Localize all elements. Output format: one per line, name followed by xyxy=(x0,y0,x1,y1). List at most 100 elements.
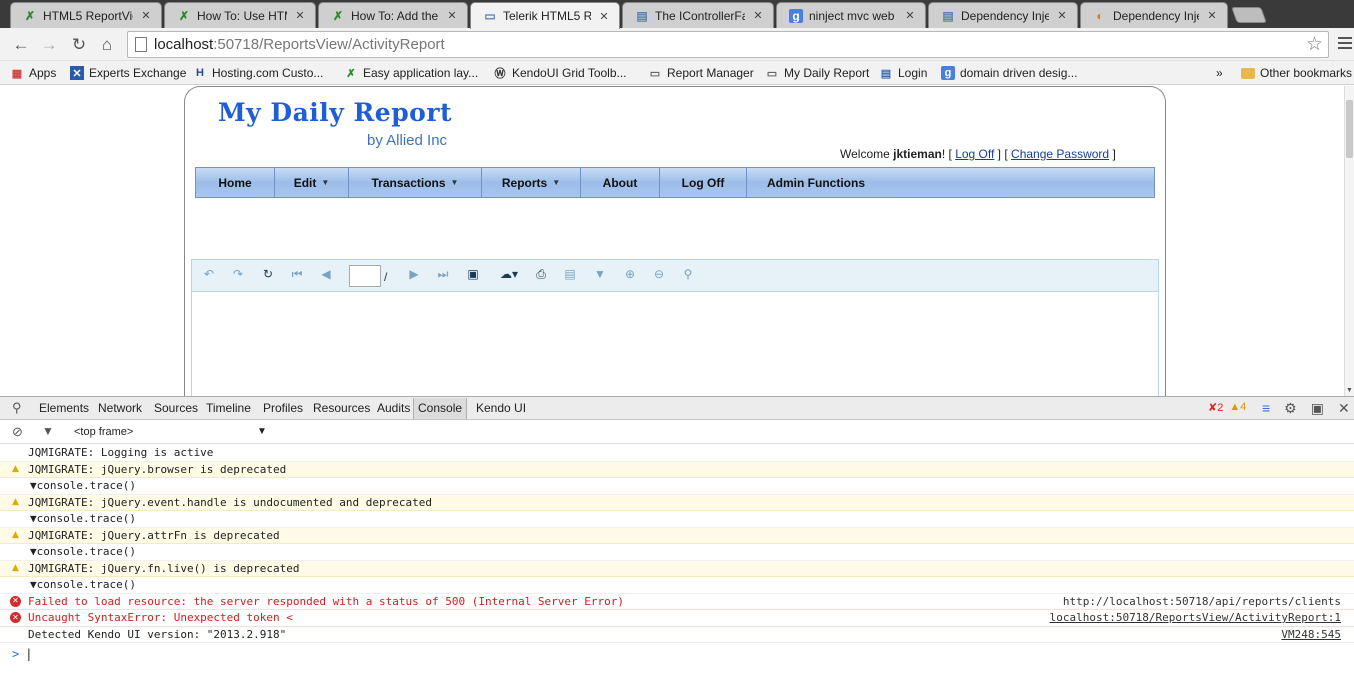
bookmark-item[interactable]: ▭ Report Manager xyxy=(648,64,754,82)
document-map-icon[interactable]: ▣ xyxy=(465,266,481,282)
undo-icon[interactable]: ↶ xyxy=(201,266,217,282)
clear-console-icon[interactable]: ⊘ xyxy=(12,424,23,440)
reload-icon[interactable]: ↻ xyxy=(68,34,90,56)
bookmark-item[interactable]: H Hosting.com Custo... xyxy=(193,64,323,82)
chrome-menu-icon[interactable] xyxy=(1338,37,1352,52)
devtools-tab[interactable]: Timeline xyxy=(206,401,251,415)
folder-icon xyxy=(1241,67,1255,79)
console-message-text: Uncaught SyntaxError: Unexpected token < xyxy=(28,611,293,624)
scroll-down-icon[interactable]: ▼ xyxy=(1346,387,1353,394)
home-icon[interactable]: ⌂ xyxy=(96,34,118,56)
console-message-text[interactable]: ▼console.trace() xyxy=(30,578,136,591)
dock-icon[interactable]: ▣ xyxy=(1311,400,1324,417)
browser-tab[interactable]: ✗ HTML5 ReportView ✕ xyxy=(10,2,162,28)
tab-close-icon[interactable]: ✕ xyxy=(1205,9,1219,22)
bookmark-item[interactable]: ✕ Experts Exchange xyxy=(70,64,186,82)
browser-tab[interactable]: ▭ Telerik HTML5 Report ✕ xyxy=(470,2,620,29)
zoom-in-icon[interactable]: ⊕ xyxy=(622,266,638,282)
browser-tab[interactable]: ✗ How To: Use HTML5 ✕ xyxy=(164,2,316,28)
bookmark-item[interactable]: g domain driven desig... xyxy=(941,64,1077,82)
report-viewer: ↶ ↷ ↻ ⏮ ◀ / ▶ ⏭ ▣ ☁▾ ⎙ ▤ ▼ ⊕ ⊖ ⚲ xyxy=(191,259,1159,396)
refresh-icon[interactable]: ↻ xyxy=(260,266,276,282)
devtools-tab[interactable]: Elements xyxy=(39,401,89,415)
forward-arrow-icon[interactable]: → xyxy=(38,34,60,56)
frame-selector[interactable]: <top frame> xyxy=(74,426,133,438)
bookmark-star-icon[interactable]: ☆ xyxy=(1306,33,1323,56)
devtools-tab[interactable]: Network xyxy=(98,401,142,415)
page-scrollbar[interactable]: ▼ xyxy=(1344,86,1354,396)
nav-item[interactable]: Transactions ▼ xyxy=(349,168,482,197)
browser-tab[interactable]: ✗ How To: Add the HTML5 ✕ xyxy=(318,2,468,28)
devtools-tab[interactable]: Console xyxy=(413,398,468,419)
change-password-link[interactable]: Change Password xyxy=(1011,147,1109,161)
nav-item[interactable]: Reports ▼ xyxy=(482,168,581,197)
doc-icon: ▤ xyxy=(636,8,648,23)
kendo-icon: ✗ xyxy=(178,8,190,23)
zoom-out-icon[interactable]: ⊖ xyxy=(651,266,667,282)
other-bookmarks-folder[interactable]: Other bookmarks xyxy=(1241,64,1352,82)
tab-close-icon[interactable]: ✕ xyxy=(597,10,611,23)
message-counts[interactable]: ✘2 ▲4 xyxy=(1208,401,1246,414)
console-prompt[interactable]: > | xyxy=(12,647,32,661)
print-icon[interactable]: ⎙ xyxy=(533,266,549,282)
nav-item[interactable]: Edit ▼ xyxy=(275,168,349,197)
inspect-search-icon[interactable]: ⚲ xyxy=(12,400,22,416)
console-source-link[interactable]: http://localhost:50718/api/reports/clien… xyxy=(1063,594,1341,610)
bookmarks-overflow-button[interactable]: » xyxy=(1216,64,1223,82)
zoom-icon[interactable]: ⚲ xyxy=(680,266,696,282)
nav-item[interactable]: Home xyxy=(196,168,275,197)
console-source-link[interactable]: localhost:50718/ReportsView/ActivityRepo… xyxy=(1050,610,1341,626)
tab-close-icon[interactable]: ✕ xyxy=(1055,9,1069,22)
tab-close-icon[interactable]: ✕ xyxy=(293,9,307,22)
export-icon[interactable]: ☁▾ xyxy=(496,266,522,282)
devtools-tab[interactable]: Audits xyxy=(377,401,410,415)
tab-close-icon[interactable]: ✕ xyxy=(751,9,765,22)
tab-close-icon[interactable]: ✕ xyxy=(903,9,917,22)
console-source-link[interactable]: VM248:545 xyxy=(1281,627,1341,643)
bookmark-item[interactable]: ▭ My Daily Report xyxy=(765,64,870,82)
console-message-text[interactable]: ▼console.trace() xyxy=(30,512,136,525)
nav-item[interactable]: Admin Functions xyxy=(747,168,1154,197)
last-page-icon[interactable]: ⏭ xyxy=(435,266,451,282)
first-page-icon[interactable]: ⏮ xyxy=(289,266,305,282)
address-bar[interactable]: localhost:50718/ReportsView/ActivityRepo… xyxy=(127,31,1329,58)
page-icon: ▭ xyxy=(484,9,496,23)
devtools-tab[interactable]: Resources xyxy=(313,401,370,415)
tab-close-icon[interactable]: ✕ xyxy=(445,9,459,22)
scrollbar-thumb[interactable] xyxy=(1346,100,1353,158)
settings-gear-icon[interactable]: ⚙ xyxy=(1284,400,1297,417)
browser-tab[interactable]: ◐ Dependency Injection ✕ xyxy=(1080,2,1228,28)
browser-tab[interactable]: ▤ The IControllerFactory ✕ xyxy=(622,2,774,28)
console-message-text[interactable]: ▼console.trace() xyxy=(30,479,136,492)
parameters-filter-icon[interactable]: ▼ xyxy=(592,266,608,282)
redo-icon[interactable]: ↷ xyxy=(230,266,246,282)
bookmark-item[interactable]: ▦ Apps xyxy=(10,64,57,82)
new-tab-button[interactable] xyxy=(1231,7,1267,23)
tab-close-icon[interactable]: ✕ xyxy=(139,9,153,22)
nav-item[interactable]: About xyxy=(581,168,660,197)
console-message: Detected Kendo UI version: "2013.2.918" V… xyxy=(0,627,1354,643)
frame-dropdown-icon[interactable]: ▼ xyxy=(257,426,267,437)
close-devtools-icon[interactable]: ✕ xyxy=(1338,400,1350,417)
logoff-link[interactable]: Log Off xyxy=(955,147,994,161)
bookmark-item[interactable]: ✗ Easy application lay... xyxy=(344,64,478,82)
welcome-text: Welcome xyxy=(840,147,890,161)
page-number-input[interactable] xyxy=(349,265,381,287)
other-bookmarks-label: Other bookmarks xyxy=(1260,66,1353,80)
print-preview-icon[interactable]: ▤ xyxy=(562,266,578,282)
console-message-text[interactable]: ▼console.trace() xyxy=(30,545,136,558)
previous-page-icon[interactable]: ◀ xyxy=(318,266,334,282)
bookmark-item[interactable]: Ⓦ KendoUI Grid Toolb... xyxy=(493,64,627,82)
devtools-tab[interactable]: Sources xyxy=(154,401,198,415)
devtools-tab[interactable]: Kendo UI xyxy=(476,401,526,415)
nav-item[interactable]: Log Off xyxy=(660,168,747,197)
browser-tab[interactable]: g ninject mvc web api ✕ xyxy=(776,2,926,28)
console-message: ▲ JQMIGRATE: jQuery.fn.live() is deprecat… xyxy=(0,560,1354,577)
back-arrow-icon[interactable]: ← xyxy=(10,34,32,56)
browser-tab[interactable]: ▤ Dependency Injection ✕ xyxy=(928,2,1078,28)
next-page-icon[interactable]: ▶ xyxy=(406,266,422,282)
filter-icon[interactable]: ▼ xyxy=(42,424,54,438)
bookmark-item[interactable]: ▤ Login xyxy=(879,64,928,82)
show-drawer-icon[interactable]: ≡ xyxy=(1262,400,1270,417)
devtools-tab[interactable]: Profiles xyxy=(263,401,303,415)
